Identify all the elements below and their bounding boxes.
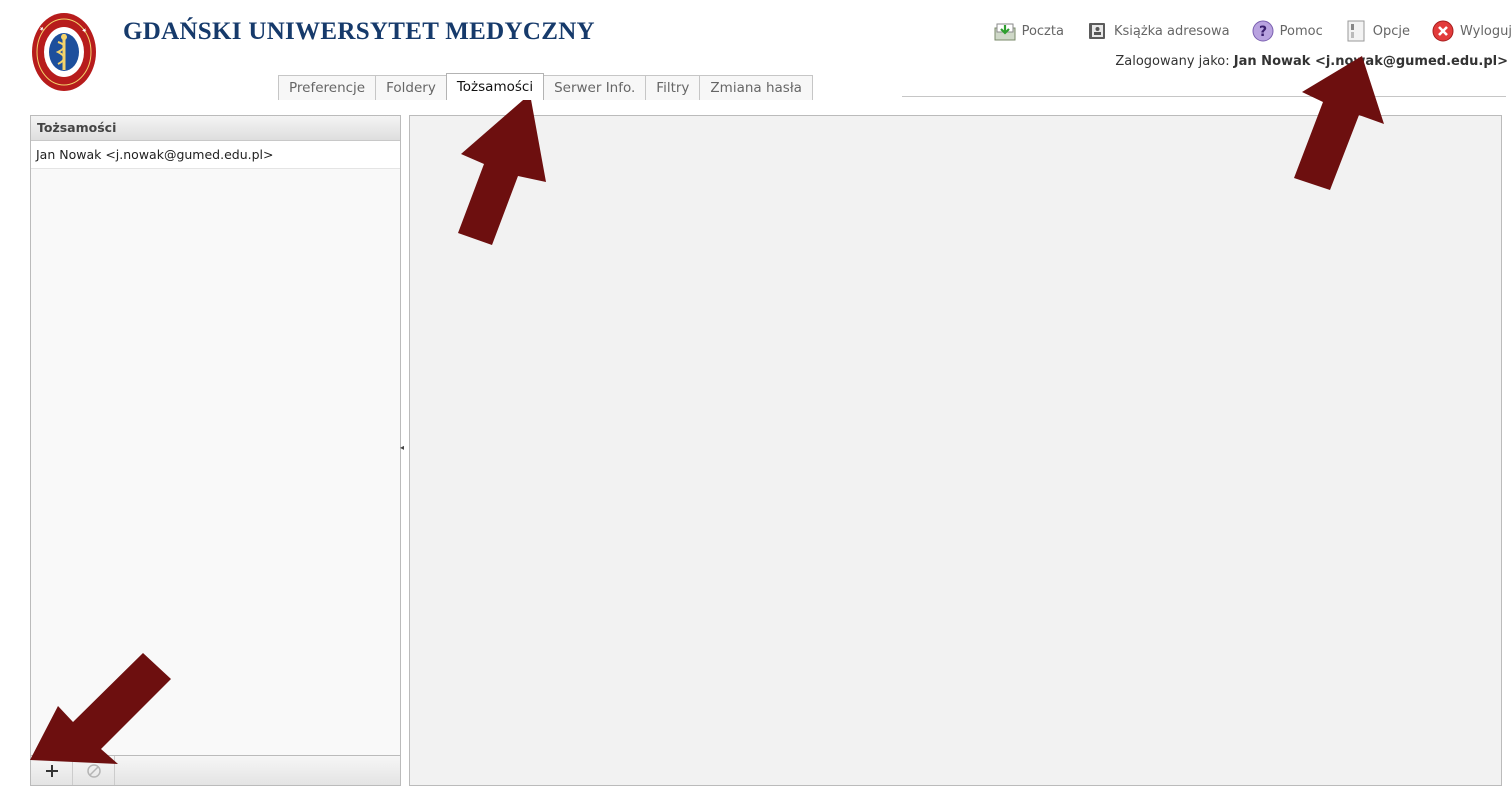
delete-disabled-icon — [86, 763, 101, 778]
identities-panel: Tożsamości Jan Nowak <j.nowak@gumed.edu.… — [30, 115, 401, 786]
nav-label: Opcje — [1372, 23, 1410, 39]
delete-identity-button[interactable] — [73, 756, 115, 785]
nav-opcje[interactable]: Opcje — [1345, 20, 1410, 42]
identities-panel-title: Tożsamości — [31, 116, 400, 141]
tab-zmiana-hasla[interactable]: Zmiana hasła — [699, 75, 813, 100]
nav-ksiazka-adresowa[interactable]: Książka adresowa — [1086, 20, 1230, 42]
nav-pomoc[interactable]: ? Pomoc — [1252, 20, 1323, 42]
svg-text:?: ? — [1259, 24, 1267, 40]
panel-splitter[interactable]: ◂ — [400, 443, 406, 452]
nav-label: Książka adresowa — [1113, 23, 1230, 39]
top-navigation: Poczta Książka adresowa ? Pomoc Opcje Wy… — [994, 18, 1512, 44]
nav-label: Poczta — [1021, 23, 1064, 39]
help-icon: ? — [1252, 20, 1274, 42]
tab-filtry[interactable]: Filtry — [645, 75, 701, 100]
tab-serwer-info[interactable]: Serwer Info. — [543, 75, 647, 100]
identities-toolbar — [31, 755, 400, 785]
add-identity-button[interactable] — [31, 756, 73, 785]
address-book-icon — [1086, 20, 1108, 42]
mail-inbox-icon — [994, 20, 1016, 42]
tab-preferencje[interactable]: Preferencje — [278, 75, 377, 100]
tab-divider — [902, 96, 1506, 97]
university-logo: ★ ★ — [32, 13, 96, 91]
nav-wyloguj[interactable]: Wyloguj — [1432, 20, 1512, 42]
brand-title: GDAŃSKI UNIWERSYTET MEDYCZNY — [123, 18, 595, 45]
logout-icon — [1432, 20, 1454, 42]
options-icon — [1345, 20, 1367, 42]
plus-icon — [45, 764, 58, 777]
identity-details-panel — [409, 115, 1502, 786]
settings-tabs: Preferencje Foldery Tożsamości Serwer In… — [278, 73, 813, 100]
logged-in-user: Jan Nowak <j.nowak@gumed.edu.pl> — [1233, 54, 1508, 69]
tab-tozsamosci[interactable]: Tożsamości — [445, 73, 545, 100]
logged-in-label: Zalogowany jako: — [1115, 54, 1230, 69]
identity-list-item[interactable]: Jan Nowak <j.nowak@gumed.edu.pl> — [31, 141, 400, 169]
tab-foldery[interactable]: Foldery — [375, 75, 447, 100]
nav-poczta[interactable]: Poczta — [994, 20, 1064, 42]
logged-in-info: Zalogowany jako: Jan Nowak <j.nowak@gume… — [1115, 54, 1508, 69]
nav-label: Wyloguj — [1460, 23, 1512, 39]
nav-label: Pomoc — [1279, 23, 1323, 39]
